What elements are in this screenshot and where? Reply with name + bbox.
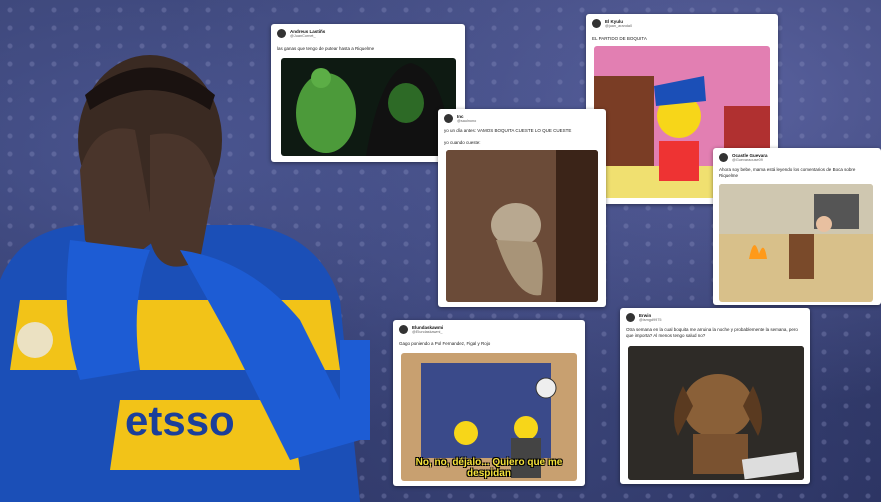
tweet-text: yo un día antes: VAMOS BOQUITA CUESTE LO…	[444, 128, 572, 133]
tweet-card-sad-dog[interactable]: Erwin @ismgd9975 Otra semana en la cual …	[620, 308, 810, 484]
tweet-text: EL PARTIDO DE BOQUITA	[592, 36, 647, 41]
kermit-meme-image	[281, 58, 456, 156]
tweet-handle: @JuanCornet_	[290, 34, 316, 38]
sad-dog-image	[628, 346, 804, 480]
tweet-text: Gago poniendo a Pol Fernandez, Figal y R…	[399, 341, 491, 346]
simpsons-meme-image: No, no, déjalo... Quiero que me despidan	[401, 353, 577, 481]
sims-fire-image	[719, 184, 873, 302]
tweet-text: Ahora soy bebe, mama está leyendo los co…	[719, 167, 856, 178]
tweet-text: las ganas que tengo de putear hasta a Ri…	[277, 46, 375, 51]
tweet-handle: @juan_aranda0	[605, 24, 633, 28]
jersey-sponsor: etsso	[125, 397, 235, 444]
tweet-card-wet-dog[interactable]: Inc @saulnono yo un día antes: VAMOS BOQ…	[438, 109, 606, 307]
tweet-handle: @Elundaskawmi_	[412, 330, 443, 334]
tweet-handle: @saulnono	[457, 119, 477, 123]
tweet-handle: @ismgd9975	[639, 318, 662, 322]
avatar	[592, 19, 601, 29]
tweet-text-2: yo cuando cueste:	[444, 140, 481, 145]
avatar	[399, 325, 408, 335]
tweet-handle: @Guevaraouse09	[732, 158, 763, 162]
wet-dog-image	[446, 150, 598, 302]
tweet-card-simpsons[interactable]: Elundaskawmi @Elundaskawmi_ Gago poniend…	[393, 320, 585, 486]
tweet-card-sims[interactable]: Ocastle Guevara @Guevaraouse09 Ahora soy…	[713, 148, 881, 305]
tweet-card-kermit[interactable]: Andreus Lastiñs @JuanCornet_ las ganas q…	[271, 24, 465, 162]
avatar	[719, 153, 728, 163]
avatar	[626, 313, 635, 323]
meme-caption: No, no, déjalo... Quiero que me despidan	[415, 457, 563, 479]
tweet-text: Otra semana en la cual boquita me arruin…	[626, 327, 798, 338]
avatar	[277, 29, 286, 39]
avatar	[444, 114, 453, 124]
